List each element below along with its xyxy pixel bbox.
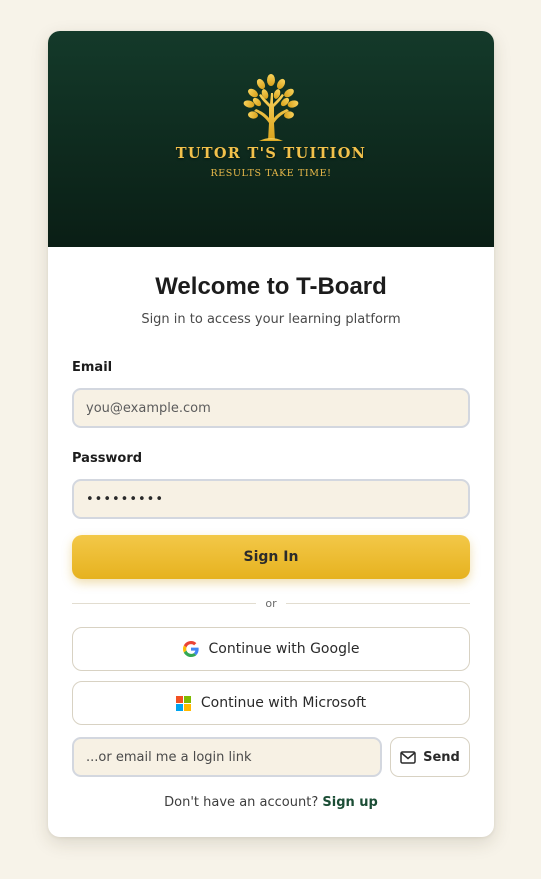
- password-label: Password: [72, 451, 143, 466]
- microsoft-signin-label: Continue with Microsoft: [200, 695, 367, 711]
- email-label: Email: [72, 360, 113, 375]
- mail-icon: [400, 750, 416, 764]
- send-label: Send: [423, 749, 460, 765]
- divider-right: [286, 603, 470, 604]
- sign-up-link[interactable]: Sign up: [322, 795, 377, 810]
- signup-prompt-text: Don't have an account?: [164, 795, 319, 810]
- login-card: TUTOR T'S TUITION RESULTS TAKE TIME! Wel…: [48, 31, 494, 837]
- google-signin-button[interactable]: Continue with Google: [72, 627, 470, 671]
- microsoft-signin-button[interactable]: Continue with Microsoft: [72, 681, 470, 725]
- brand-name: TUTOR T'S TUITION: [175, 145, 367, 162]
- tree-logo-icon: [243, 74, 299, 141]
- microsoft-icon: [175, 695, 191, 711]
- page-title: Welcome to T-Board: [155, 273, 387, 300]
- magic-link-email-field[interactable]: [72, 737, 382, 777]
- email-field[interactable]: [72, 388, 470, 428]
- signup-prompt: Don't have an account? Sign up: [48, 795, 494, 810]
- google-icon: [182, 641, 199, 657]
- google-signin-label: Continue with Google: [208, 641, 360, 657]
- page-subtitle: Sign in to access your learning platform: [141, 312, 401, 327]
- password-field[interactable]: •••••••••: [72, 479, 470, 519]
- send-magic-link-button[interactable]: Send: [390, 737, 470, 777]
- brand-tagline: RESULTS TAKE TIME!: [210, 168, 332, 179]
- brand-header: TUTOR T'S TUITION RESULTS TAKE TIME!: [48, 31, 494, 247]
- sign-in-button[interactable]: Sign In: [72, 535, 470, 579]
